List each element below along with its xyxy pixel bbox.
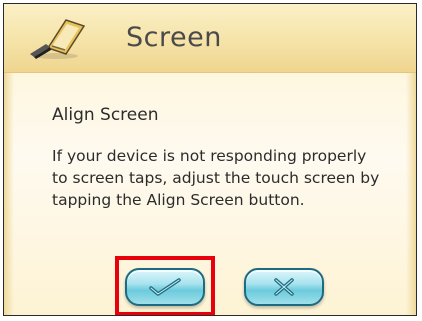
cancel-button[interactable] bbox=[244, 268, 324, 306]
side-shade-left bbox=[4, 72, 14, 315]
highlight-box bbox=[115, 256, 215, 315]
dialog-window: Screen Align Screen If your device is no… bbox=[3, 3, 417, 316]
page-title: Screen bbox=[126, 22, 222, 53]
section-heading: Align Screen bbox=[52, 105, 159, 125]
screen-settings-icon bbox=[26, 10, 92, 62]
title-bar: Screen bbox=[4, 4, 416, 73]
side-shade-right bbox=[406, 72, 416, 315]
description-text: If your device is not responding properl… bbox=[52, 147, 380, 209]
